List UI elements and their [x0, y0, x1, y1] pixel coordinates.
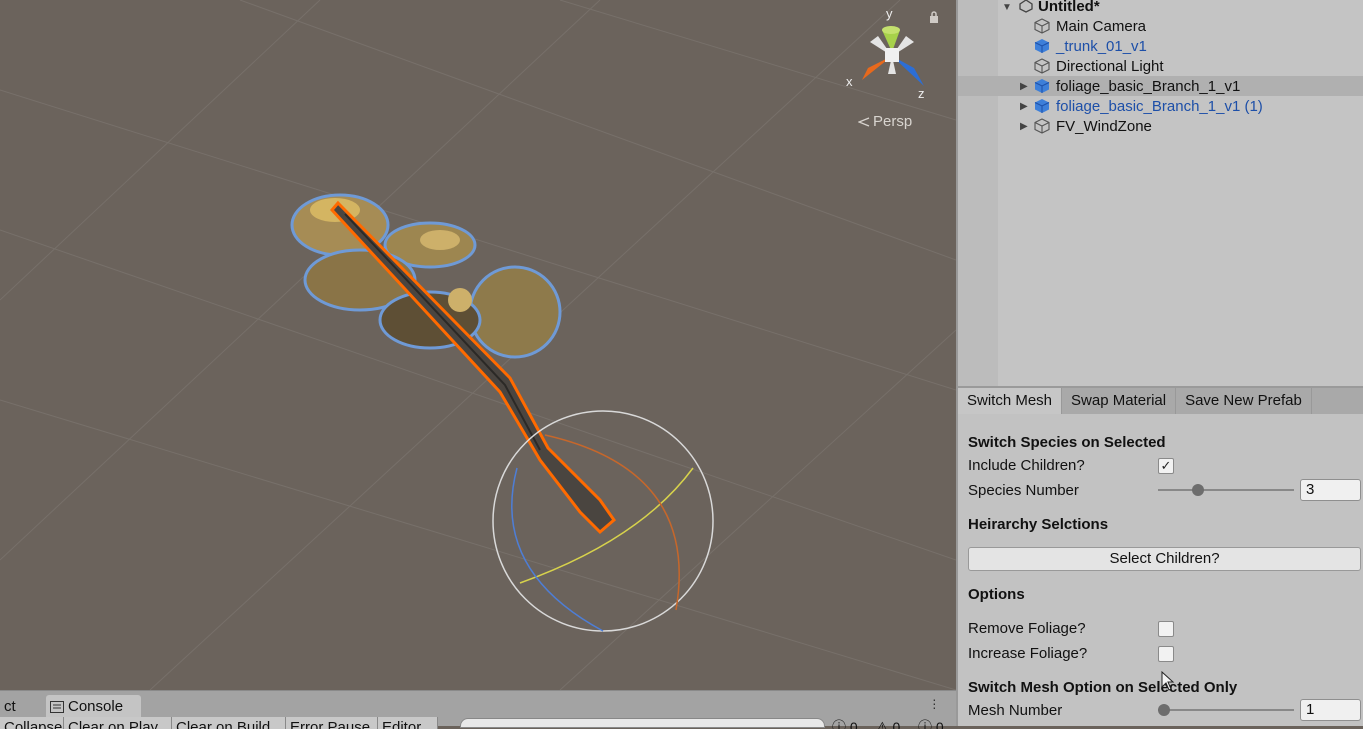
- mesh-number-slider[interactable]: [1158, 704, 1294, 716]
- hierarchy-item-label: _trunk_01_v1: [1056, 37, 1147, 55]
- check-mark-icon: ✓: [1160, 458, 1172, 473]
- warning-count[interactable]: ⚠ 0: [876, 717, 900, 729]
- lock-icon[interactable]: [929, 11, 939, 23]
- switch-mesh-panel: Switch Mesh Swap Material Save New Prefa…: [956, 386, 1363, 726]
- hierarchy-item[interactable]: ▶ foliage_basic_Branch_1_v1 (1): [958, 96, 1363, 116]
- species-number-slider[interactable]: [1158, 484, 1294, 496]
- expand-triangle-icon[interactable]: ▶: [1020, 121, 1030, 132]
- clear-on-play-button[interactable]: Clear on Play: [64, 717, 172, 729]
- hierarchy-item[interactable]: ▶ FV_WindZone: [958, 116, 1363, 136]
- foliage-model[interactable]: [290, 193, 562, 359]
- increase-foliage-label: Increase Foliage?: [968, 645, 1088, 662]
- projection-label: Persp: [873, 113, 913, 130]
- gizmo-label-z: z: [918, 86, 925, 101]
- species-number-field[interactable]: 3: [1300, 479, 1361, 501]
- hierarchy-item[interactable]: Directional Light: [958, 56, 1363, 76]
- prefab-icon: [1034, 39, 1050, 53]
- warning-icon: ⚠: [876, 719, 889, 729]
- error-count-value: 0: [935, 719, 944, 729]
- scene-name: Untitled*: [1038, 0, 1100, 15]
- warning-count-value: 0: [892, 719, 901, 729]
- orientation-gizmo[interactable]: y x z: [840, 4, 940, 104]
- persp-icon: [858, 116, 870, 127]
- expand-triangle-icon[interactable]: ▶: [1020, 101, 1030, 112]
- hierarchy-panel: ▼ Untitled* Main Camera _trunk_01_v1 Dir…: [956, 0, 1363, 386]
- console-icon: [50, 701, 64, 713]
- increase-foliage-checkbox[interactable]: [1158, 646, 1174, 662]
- hierarchy-item-label: Main Camera: [1056, 17, 1147, 35]
- gizmo-label-x: x: [846, 74, 853, 89]
- include-children-checkbox[interactable]: ✓: [1158, 458, 1174, 474]
- hierarchy-item-label: Directional Light: [1056, 57, 1164, 75]
- log-count-value: 0: [849, 719, 858, 729]
- hierarchy-item-label: foliage_basic_Branch_1_v1 (1): [1056, 97, 1263, 115]
- info-icon: ⓘ: [832, 719, 846, 729]
- expand-triangle-icon[interactable]: ▶: [1020, 81, 1030, 92]
- prefab-icon: [1034, 79, 1050, 93]
- gameobject-icon: [1034, 118, 1050, 134]
- mesh-number-label: Mesh Number: [968, 702, 1063, 719]
- tab-save-new-prefab[interactable]: Save New Prefab: [1176, 388, 1312, 414]
- tab-console[interactable]: Console: [46, 695, 142, 719]
- scene-viewport[interactable]: [0, 0, 956, 690]
- hierarchy-item-label: FV_WindZone: [1056, 117, 1152, 135]
- console-panel: ct Console · · · Collapse Clear on Play Cl…: [0, 690, 956, 729]
- collapse-button[interactable]: Collapse: [0, 717, 64, 729]
- editor-dropdown[interactable]: Editor: [378, 717, 438, 729]
- tab-swap-material[interactable]: Swap Material: [1062, 388, 1177, 414]
- gameobject-icon: [1034, 58, 1050, 74]
- remove-foliage-label: Remove Foliage?: [968, 620, 1086, 637]
- options-heading: Options: [968, 586, 1025, 603]
- console-tab-label: Console: [68, 698, 124, 715]
- more-options-icon[interactable]: · · ·: [932, 692, 937, 714]
- switch-mesh-option-heading: Switch Mesh Option on Selected Only: [968, 679, 1238, 696]
- prefab-icon: [1034, 99, 1050, 113]
- tab-project[interactable]: ct: [0, 695, 20, 719]
- tool-tabs: Switch Mesh Swap Material Save New Prefa…: [958, 388, 1363, 414]
- gizmo-label-y: y: [886, 6, 893, 21]
- slider-thumb[interactable]: [1192, 484, 1204, 496]
- gameobject-icon: [1034, 18, 1050, 34]
- mouse-cursor-icon: [1161, 671, 1175, 691]
- collapse-triangle-icon[interactable]: ▼: [1002, 2, 1012, 13]
- error-pause-button[interactable]: Error Pause: [286, 717, 378, 729]
- select-children-button[interactable]: Select Children?: [968, 547, 1361, 571]
- heirarchy-selections-heading: Heirarchy Selctions: [968, 516, 1109, 533]
- species-number-label: Species Number: [968, 482, 1079, 499]
- mesh-number-field[interactable]: 1: [1300, 699, 1361, 721]
- remove-foliage-checkbox[interactable]: [1158, 621, 1174, 637]
- hierarchy-item[interactable]: _trunk_01_v1: [958, 36, 1363, 56]
- projection-toggle[interactable]: Persp: [858, 113, 912, 130]
- switch-species-heading: Switch Species on Selected: [968, 434, 1166, 451]
- unity-scene-icon: [1019, 0, 1033, 13]
- hierarchy-scene-row[interactable]: ▼ Untitled*: [958, 0, 1363, 16]
- error-icon: ⓘ: [918, 719, 932, 729]
- gizmo-center[interactable]: [885, 48, 899, 62]
- tab-switch-mesh[interactable]: Switch Mesh: [958, 388, 1063, 414]
- console-search-input[interactable]: [460, 718, 825, 728]
- log-count[interactable]: ⓘ 0: [832, 717, 858, 729]
- error-count[interactable]: ⓘ 0: [918, 717, 944, 729]
- hierarchy-item[interactable]: ▶ foliage_basic_Branch_1_v1: [958, 76, 1363, 96]
- scene-view[interactable]: y x z Persp: [0, 0, 956, 690]
- slider-thumb[interactable]: [1158, 704, 1170, 716]
- hierarchy-item[interactable]: Main Camera: [958, 16, 1363, 36]
- hierarchy-item-label: foliage_basic_Branch_1_v1: [1056, 77, 1241, 95]
- clear-on-build-button[interactable]: Clear on Build: [172, 717, 286, 729]
- include-children-label: Include Children?: [968, 457, 1085, 474]
